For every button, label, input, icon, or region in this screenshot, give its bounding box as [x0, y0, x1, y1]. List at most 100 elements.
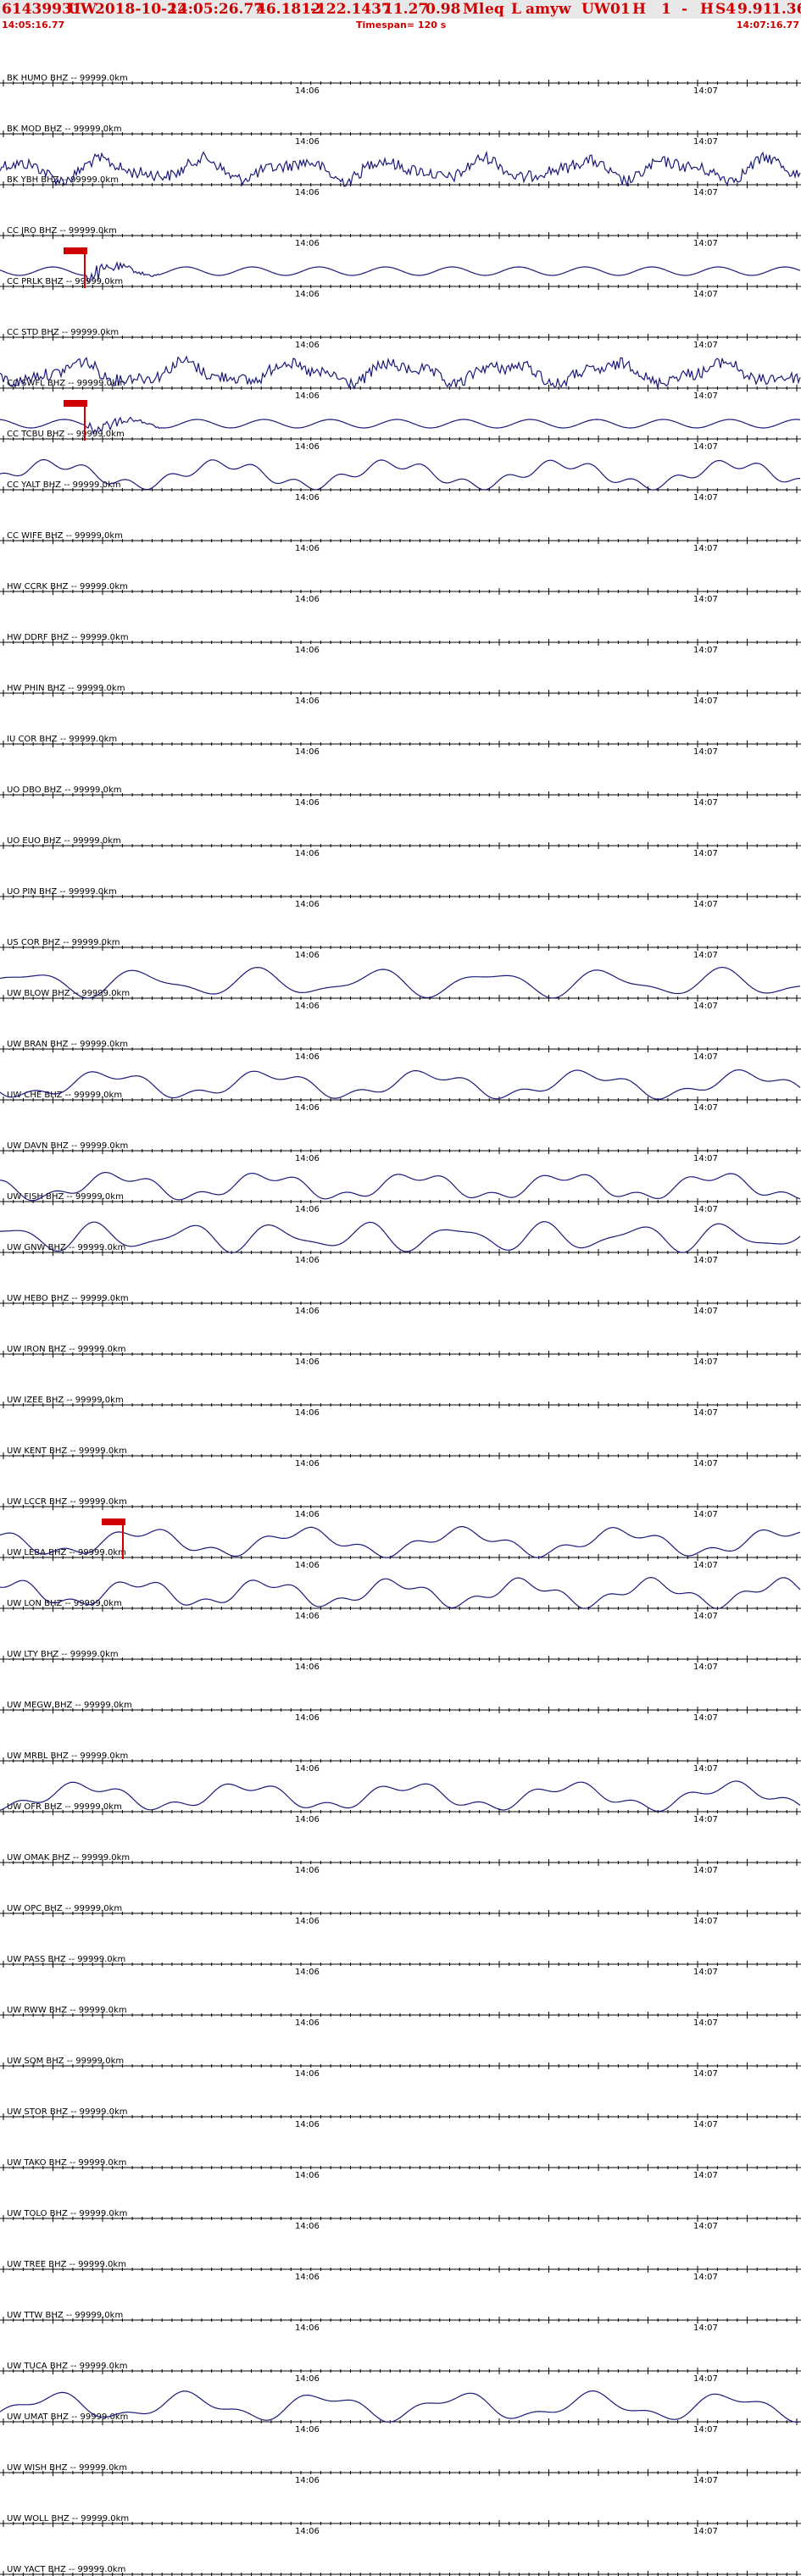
- time-tick-label: 14:07: [693, 595, 718, 604]
- time-tick-label: 14:06: [295, 1002, 320, 1011]
- channel-label: UW WOLL BHZ -- 99999.0km: [7, 2514, 129, 2523]
- channel-label: UW LTY BHZ -- 99999.0km: [7, 1650, 119, 1659]
- channel-label: UW OPC BHZ -- 99999.0km: [7, 1904, 122, 1913]
- time-tick-label: 14:06: [295, 1205, 320, 1214]
- time-tick-label: 14:07: [693, 697, 718, 706]
- seismogram-plot: 14:06 14:07 BK HUMO BHZ -- 99999.0km 14:06 1…: [0, 74, 801, 2576]
- time-tick-label: 14:07: [693, 1663, 718, 1672]
- time-tick-label: 14:07: [693, 2527, 718, 2536]
- time-tick-label: 14:07: [693, 1612, 718, 1621]
- time-tick-label: 14:06: [295, 391, 320, 401]
- time-tick-label: 14:07: [693, 137, 718, 147]
- time-tick-label: 14:06: [295, 1154, 320, 1163]
- time-tick-label: 14:07: [693, 2120, 718, 2129]
- time-tick-label: 14:06: [295, 1866, 320, 1875]
- time-tick-label: 14:07: [693, 1815, 718, 1824]
- time-tick-label: 14:06: [295, 1052, 320, 1062]
- channel-label: CC TCBU BHZ -- 99999.0km: [7, 430, 125, 439]
- channel-label: UW DAVN BHZ -- 99999.0km: [7, 1141, 128, 1151]
- channel-label: UW WISH BHZ -- 99999.0km: [7, 2463, 127, 2473]
- time-tick-label: 14:07: [693, 900, 718, 909]
- time-tick-label: 14:07: [693, 290, 718, 299]
- time-tick-label: 14:06: [295, 1459, 320, 1468]
- channel-label: UW SQM BHZ -- 99999.0km: [7, 2057, 124, 2066]
- time-tick-label: 14:07: [693, 86, 718, 96]
- time-tick-label: 14:06: [295, 595, 320, 604]
- time-tick-label: 14:06: [295, 1408, 320, 1418]
- time-tick-label: 14:07: [693, 239, 718, 248]
- time-tick-label: 14:06: [295, 341, 320, 350]
- time-tick-label: 14:06: [295, 493, 320, 502]
- time-tick-label: 14:07: [693, 2476, 718, 2485]
- time-tick-label: 14:06: [295, 2476, 320, 2485]
- channel-label: UW KENT BHZ -- 99999.0km: [7, 1446, 127, 1456]
- channel-label: CC WIFE BHZ -- 99999.0km: [7, 531, 123, 541]
- time-tick-label: 14:06: [295, 697, 320, 706]
- time-tick-label: 14:06: [295, 86, 320, 96]
- time-tick-label: 14:07: [693, 2018, 718, 2028]
- time-tick-label: 14:06: [295, 2374, 320, 2384]
- time-tick-label: 14:06: [295, 951, 320, 960]
- time-tick-label: 14:07: [693, 544, 718, 553]
- time-tick-label: 14:06: [295, 1612, 320, 1621]
- channel-label: UW CHE BHZ -- 99999.0km: [7, 1091, 122, 1100]
- time-tick-label: 14:07: [693, 1154, 718, 1163]
- time-tick-label: 14:07: [693, 1052, 718, 1062]
- time-tick-label: 14:07: [693, 1917, 718, 1926]
- time-tick-label: 14:06: [295, 646, 320, 655]
- time-tick-label: 14:06: [295, 1103, 320, 1113]
- time-tick-label: 14:06: [295, 747, 320, 757]
- time-tick-label: 14:07: [693, 1408, 718, 1418]
- channel-label: UW RWW BHZ -- 99999.0km: [7, 2006, 127, 2015]
- time-tick-label: 14:06: [295, 1968, 320, 1977]
- time-tick-label: 14:06: [295, 1764, 320, 1774]
- time-tick-label: 14:07: [693, 1205, 718, 1214]
- time-tick-label: 14:06: [295, 1510, 320, 1519]
- time-tick-label: 14:06: [295, 2323, 320, 2333]
- time-tick-label: 14:07: [693, 1002, 718, 1011]
- channel-label: UW OFR BHZ -- 99999.0km: [7, 1802, 122, 1812]
- time-tick-label: 14:07: [693, 1713, 718, 1723]
- channel-label: UW IZEE BHZ -- 99999.0km: [7, 1396, 124, 1405]
- time-tick-label: 14:06: [295, 1307, 320, 1316]
- channel-label: UW BLOW BHZ -- 99999.0km: [7, 989, 130, 998]
- time-tick-label: 14:07: [693, 951, 718, 960]
- channel-label: UW TREE BHZ -- 99999.0km: [7, 2260, 126, 2269]
- time-tick-label: 14:07: [693, 646, 718, 655]
- channel-label: UW TAKO BHZ -- 99999.0km: [7, 2158, 126, 2168]
- channel-label: UW OMAK BHZ -- 99999.0km: [7, 1853, 130, 1863]
- time-tick-label: 14:07: [693, 2323, 718, 2333]
- time-tick-label: 14:07: [693, 1968, 718, 1977]
- time-tick-label: 14:06: [295, 188, 320, 197]
- time-tick-label: 14:06: [295, 2527, 320, 2536]
- channel-label: UW IRON BHZ -- 99999.0km: [7, 1345, 126, 1354]
- channel-label: UO EUO BHZ -- 99999.0km: [7, 836, 121, 846]
- waveform-trace: [0, 150, 801, 187]
- time-tick-label: 14:06: [295, 2425, 320, 2434]
- phase-pick-marker: [64, 400, 87, 407]
- time-tick-label: 14:07: [693, 1764, 718, 1774]
- time-tick-label: 14:06: [295, 544, 320, 553]
- channel-label: US COR BHZ -- 99999.0km: [7, 938, 120, 947]
- time-tick-label: 14:06: [295, 137, 320, 147]
- time-tick-label: 14:06: [295, 900, 320, 909]
- channel-label: CC PRLK BHZ -- 99999.0km: [7, 277, 123, 286]
- time-tick-label: 14:06: [295, 239, 320, 248]
- time-tick-label: 14:06: [295, 2171, 320, 2180]
- time-tick-label: 14:07: [693, 1510, 718, 1519]
- channel-label: UW MEGW BHZ -- 99999.0km: [7, 1701, 132, 1710]
- time-tick-label: 14:07: [693, 798, 718, 808]
- time-tick-label: 14:07: [693, 2374, 718, 2384]
- time-tick-label: 14:06: [295, 1256, 320, 1265]
- channel-label: UW TTW BHZ -- 99999.0km: [7, 2311, 123, 2320]
- time-tick-label: 14:07: [693, 1256, 718, 1265]
- time-tick-label: 14:07: [693, 2069, 718, 2079]
- time-tick-label: 14:06: [295, 290, 320, 299]
- time-tick-label: 14:07: [693, 1866, 718, 1875]
- channel-label: UO DBO BHZ -- 99999.0km: [7, 786, 122, 795]
- time-tick-label: 14:07: [693, 849, 718, 858]
- time-tick-label: 14:06: [295, 2222, 320, 2231]
- channel-label: UO PIN BHZ -- 99999.0km: [7, 887, 117, 897]
- time-tick-label: 14:07: [693, 1103, 718, 1113]
- time-tick-label: 14:07: [693, 2171, 718, 2180]
